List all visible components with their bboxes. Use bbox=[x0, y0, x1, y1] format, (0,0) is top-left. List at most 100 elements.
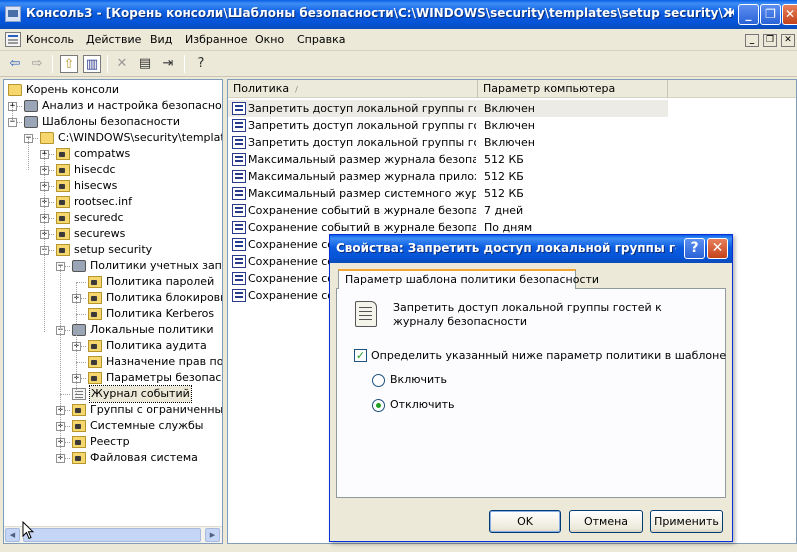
tree-node[interactable]: + Файловая система bbox=[4, 450, 222, 466]
tree-horizontal-scrollbar[interactable]: ◀ ▶ bbox=[4, 526, 222, 543]
tree-node[interactable]: + hisecws bbox=[4, 178, 222, 194]
tree-node[interactable]: + Анализ и настройка безопасности bbox=[4, 98, 222, 114]
policy-name: Сохранение событий в журнале безопасн... bbox=[248, 204, 476, 217]
tree-node[interactable]: + securews bbox=[4, 226, 222, 242]
lock-folder-icon bbox=[72, 452, 86, 464]
tree-node[interactable]: + Системные службы bbox=[4, 418, 222, 434]
tree-node-label: securedc bbox=[74, 211, 124, 224]
list-row[interactable]: Запретить доступ локальной группы гост..… bbox=[228, 100, 668, 117]
apply-button[interactable]: Применить bbox=[650, 510, 723, 533]
tree-node-label: setup security bbox=[74, 243, 153, 256]
tree-node[interactable]: Журнал событий bbox=[4, 385, 222, 403]
define-policy-label[interactable]: Определить указанный ниже параметр полит… bbox=[371, 349, 726, 362]
list-row[interactable]: Запретить доступ локальной группы гост..… bbox=[228, 134, 668, 151]
minimize-button[interactable]: _ bbox=[738, 4, 759, 25]
policy-setting-icon bbox=[232, 272, 246, 285]
column-computer-setting-label: Параметр компьютера bbox=[483, 82, 616, 95]
lock-folder-icon bbox=[56, 148, 70, 160]
tree-node[interactable]: + Группы с ограниченным bbox=[4, 402, 222, 418]
list-row[interactable]: Сохранение событий в журнале безопасн...… bbox=[228, 202, 668, 219]
lock-folder-icon bbox=[88, 276, 102, 288]
close-button[interactable]: ✕ bbox=[782, 4, 797, 25]
tree-guide-line bbox=[76, 330, 77, 394]
menu-favorites[interactable]: Избранное bbox=[185, 33, 247, 46]
scroll-right-icon[interactable]: ▶ bbox=[205, 528, 220, 542]
back-icon[interactable]: ⇦ bbox=[6, 55, 24, 73]
tree-node[interactable]: + rootsec.inf bbox=[4, 194, 222, 210]
tree-node[interactable]: + hisecdc bbox=[4, 162, 222, 178]
tree-node-label: Назначение прав по bbox=[106, 355, 223, 368]
column-policy[interactable]: Политика / bbox=[228, 80, 478, 98]
policy-setting-icon bbox=[232, 255, 246, 268]
console-tree[interactable]: Корень консоли + Анализ и настройка безопа… bbox=[3, 79, 223, 544]
mdi-restore-button[interactable]: ❐ bbox=[763, 34, 777, 47]
delete-icon[interactable]: ✕ bbox=[113, 55, 131, 73]
list-row[interactable]: Максимальный размер системного журнала 51… bbox=[228, 185, 668, 202]
mdi-close-button[interactable]: ✕ bbox=[781, 34, 795, 47]
enable-radio-label[interactable]: Включить bbox=[390, 373, 447, 386]
list-row[interactable]: Максимальный размер журнала приложений 51… bbox=[228, 168, 668, 185]
toolbar-separator bbox=[107, 55, 108, 73]
dialog-help-button[interactable]: ? bbox=[684, 238, 705, 259]
tree-node[interactable]: + securedc bbox=[4, 210, 222, 226]
tree-guide-line bbox=[12, 106, 13, 120]
tree-node-label: Шаблоны безопасности bbox=[42, 115, 181, 128]
tree-node[interactable]: + Реестр bbox=[4, 434, 222, 450]
menu-console[interactable]: Консоль bbox=[26, 33, 74, 46]
tree-node[interactable]: Политика паролей bbox=[4, 274, 222, 290]
tree-node[interactable]: − Шаблоны безопасности bbox=[4, 114, 222, 130]
window-title-bar[interactable]: Консоль3 - [Корень консоли\Шаблоны безоп… bbox=[0, 0, 797, 29]
column-computer-setting[interactable]: Параметр компьютера bbox=[478, 80, 668, 98]
help-icon[interactable]: ? bbox=[192, 55, 210, 73]
export-list-icon[interactable]: ⇥ bbox=[159, 55, 177, 73]
policy-setting-icon bbox=[232, 221, 246, 234]
gear-icon bbox=[72, 260, 86, 272]
list-row[interactable]: Максимальный размер журнала безопасно...… bbox=[228, 151, 668, 168]
define-policy-checkbox[interactable]: ✓ bbox=[354, 349, 367, 362]
toolbar-separator bbox=[52, 55, 53, 73]
computer-setting-value: 512 КБ bbox=[484, 187, 524, 200]
tree-node[interactable]: Политика Kerberos bbox=[4, 306, 222, 322]
tab-template-setting[interactable]: Параметр шаблона политики безопасности bbox=[338, 269, 599, 289]
tree-node-label: rootsec.inf bbox=[74, 195, 132, 208]
menu-view[interactable]: Вид bbox=[150, 33, 172, 46]
menu-window[interactable]: Окно bbox=[255, 33, 284, 46]
tree-guide-line bbox=[76, 282, 77, 330]
tree-node[interactable]: + Политика блокирови bbox=[4, 290, 222, 306]
menu-help[interactable]: Справка bbox=[297, 33, 345, 46]
cancel-button[interactable]: Отмена bbox=[569, 510, 643, 533]
toolbar-separator bbox=[184, 55, 185, 73]
enable-radio[interactable] bbox=[372, 374, 385, 387]
tree-node[interactable]: Назначение прав по bbox=[4, 354, 222, 370]
scroll-thumb[interactable] bbox=[23, 528, 201, 542]
tree-node[interactable]: − Политики учетных запи bbox=[4, 258, 222, 274]
list-row[interactable]: Запретить доступ локальной группы гост..… bbox=[228, 117, 668, 134]
dialog-close-button[interactable]: ✕ bbox=[707, 238, 728, 259]
document-icon[interactable] bbox=[5, 32, 21, 47]
tree-node[interactable]: − Локальные политики bbox=[4, 322, 222, 338]
tree-node[interactable]: + compatws bbox=[4, 146, 222, 162]
restore-button[interactable]: ❐ bbox=[760, 4, 781, 25]
mdi-minimize-button[interactable]: _ bbox=[745, 34, 759, 47]
tree-node-label: hisecws bbox=[74, 179, 118, 192]
computer-setting-value: 512 КБ bbox=[484, 153, 524, 166]
up-folder-icon[interactable]: ⇧ bbox=[60, 55, 78, 73]
ok-button[interactable]: OK bbox=[489, 510, 561, 533]
tree-node[interactable]: Корень консоли bbox=[4, 82, 222, 98]
forward-icon[interactable]: ⇨ bbox=[28, 55, 46, 73]
tree-node[interactable]: − setup security bbox=[4, 242, 222, 258]
tree-node-label: Параметры безопасн bbox=[106, 371, 223, 384]
properties-icon[interactable]: ▤ bbox=[136, 55, 154, 73]
dialog-title-bar[interactable]: Свойства: Запретить доступ локальной гру… bbox=[330, 235, 732, 263]
tree-node-label: Группы с ограниченным bbox=[90, 403, 223, 416]
menu-action[interactable]: Действие bbox=[86, 33, 141, 46]
disable-radio-label[interactable]: Отключить bbox=[390, 398, 455, 411]
tree-node[interactable]: + Параметры безопасн bbox=[4, 370, 222, 386]
disable-radio[interactable] bbox=[372, 399, 385, 412]
tree-node-label: Анализ и настройка безопасности bbox=[42, 99, 223, 112]
tree-node[interactable]: + Политика аудита bbox=[4, 338, 222, 354]
show-tree-icon[interactable]: ▥ bbox=[83, 55, 101, 73]
scroll-left-icon[interactable]: ◀ bbox=[5, 528, 20, 542]
lock-folder-icon bbox=[72, 420, 86, 432]
tree-node[interactable]: − C:\WINDOWS\security\templates bbox=[4, 130, 222, 146]
